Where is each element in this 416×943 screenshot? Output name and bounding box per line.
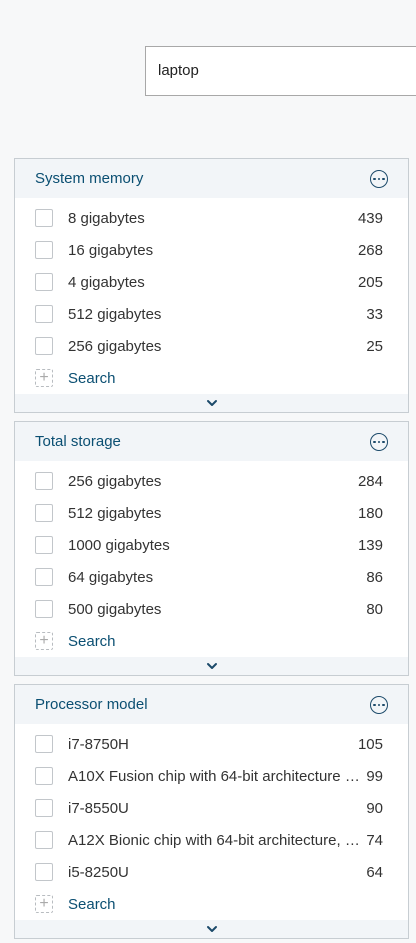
- plus-icon[interactable]: +: [35, 895, 53, 913]
- checkbox[interactable]: [35, 799, 53, 817]
- checkbox[interactable]: [35, 504, 53, 522]
- facet-title: Processor model: [35, 696, 148, 713]
- facet-header[interactable]: Total storage: [15, 422, 408, 461]
- facet-search-link[interactable]: Search: [68, 633, 116, 650]
- checkbox[interactable]: [35, 472, 53, 490]
- chevron-down-icon: [206, 663, 217, 669]
- option-count: 105: [357, 735, 383, 753]
- checkbox[interactable]: [35, 337, 53, 355]
- expand-toggle[interactable]: [15, 394, 408, 412]
- more-options-icon[interactable]: [370, 433, 388, 451]
- checkbox[interactable]: [35, 241, 53, 259]
- option-count: 284: [357, 472, 383, 490]
- option-label: 8 gigabytes: [68, 209, 145, 227]
- expand-toggle[interactable]: [15, 920, 408, 938]
- facet-title: System memory: [35, 170, 144, 187]
- more-options-icon[interactable]: [370, 696, 388, 714]
- option-label: 64 gigabytes: [68, 568, 154, 586]
- option-label: 16 gigabytes: [68, 241, 154, 259]
- option-count: 86: [366, 568, 383, 586]
- chevron-down-icon: [206, 400, 217, 406]
- search-input[interactable]: laptop: [145, 46, 416, 96]
- option-label: A10X Fusion chip with 64-bit architectur…: [68, 767, 360, 785]
- facet-header[interactable]: System memory: [15, 159, 408, 198]
- checkbox[interactable]: [35, 568, 53, 586]
- option-count: 139: [357, 536, 383, 554]
- expand-toggle[interactable]: [15, 657, 408, 675]
- checkbox[interactable]: [35, 735, 53, 753]
- facet-option[interactable]: i7-8750H 105: [15, 728, 408, 760]
- option-count: 180: [357, 504, 383, 522]
- facet-search[interactable]: + Search: [15, 625, 408, 657]
- facet-option[interactable]: 256 gigabytes 284: [15, 465, 408, 497]
- facet-option[interactable]: 64 gigabytes 86: [15, 561, 408, 593]
- facet-option[interactable]: A12X Bionic chip with 64-bit architectur…: [15, 824, 408, 856]
- facet-system-memory: System memory 8 gigabytes 439 16 gigabyte…: [14, 158, 409, 413]
- facet-option[interactable]: 512 gigabytes 180: [15, 497, 408, 529]
- plus-icon[interactable]: +: [35, 369, 53, 387]
- option-label: 500 gigabytes: [68, 600, 162, 618]
- facet-total-storage: Total storage 256 gigabytes 284 512 gigab…: [14, 421, 409, 676]
- checkbox[interactable]: [35, 767, 53, 785]
- facet-option[interactable]: i7-8550U 90: [15, 792, 408, 824]
- option-count: 33: [366, 305, 383, 323]
- option-count: 268: [357, 241, 383, 259]
- facet-processor-model: Processor model i7-8750H 105 A10X Fusion …: [14, 684, 409, 939]
- option-count: 74: [366, 831, 383, 849]
- facet-option[interactable]: 256 gigabytes 25: [15, 330, 408, 362]
- facet-search-link[interactable]: Search: [68, 370, 116, 387]
- option-label: 4 gigabytes: [68, 273, 145, 291]
- option-count: 439: [357, 209, 383, 227]
- checkbox[interactable]: [35, 305, 53, 323]
- option-count: 205: [357, 273, 383, 291]
- facet-option[interactable]: 1000 gigabytes 139: [15, 529, 408, 561]
- facet-search[interactable]: + Search: [15, 362, 408, 394]
- more-options-icon[interactable]: [370, 170, 388, 188]
- option-label: i7-8550U: [68, 799, 129, 817]
- checkbox[interactable]: [35, 600, 53, 618]
- checkbox[interactable]: [35, 536, 53, 554]
- chevron-down-icon: [206, 926, 217, 932]
- option-count: 80: [366, 600, 383, 618]
- checkbox[interactable]: [35, 273, 53, 291]
- option-label: 512 gigabytes: [68, 305, 162, 323]
- option-label: 512 gigabytes: [68, 504, 162, 522]
- option-label: 256 gigabytes: [68, 472, 162, 490]
- facet-option[interactable]: 500 gigabytes 80: [15, 593, 408, 625]
- option-label: i7-8750H: [68, 735, 129, 753]
- facet-search[interactable]: + Search: [15, 888, 408, 920]
- facet-title: Total storage: [35, 433, 121, 450]
- option-label: i5-8250U: [68, 863, 129, 881]
- option-label: A12X Bionic chip with 64-bit architectur…: [68, 831, 360, 849]
- plus-icon[interactable]: +: [35, 632, 53, 650]
- checkbox[interactable]: [35, 209, 53, 227]
- checkbox[interactable]: [35, 831, 53, 849]
- facet-header[interactable]: Processor model: [15, 685, 408, 724]
- option-count: 90: [366, 799, 383, 817]
- facet-option[interactable]: 16 gigabytes 268: [15, 234, 408, 266]
- checkbox[interactable]: [35, 863, 53, 881]
- facet-option[interactable]: A10X Fusion chip with 64-bit architectur…: [15, 760, 408, 792]
- option-count: 99: [366, 767, 383, 785]
- facet-option[interactable]: 4 gigabytes 205: [15, 266, 408, 298]
- facet-option[interactable]: i5-8250U 64: [15, 856, 408, 888]
- option-label: 1000 gigabytes: [68, 536, 170, 554]
- option-count: 25: [366, 337, 383, 355]
- facet-search-link[interactable]: Search: [68, 896, 116, 913]
- facet-option[interactable]: 512 gigabytes 33: [15, 298, 408, 330]
- option-count: 64: [366, 863, 383, 881]
- option-label: 256 gigabytes: [68, 337, 162, 355]
- facet-option[interactable]: 8 gigabytes 439: [15, 202, 408, 234]
